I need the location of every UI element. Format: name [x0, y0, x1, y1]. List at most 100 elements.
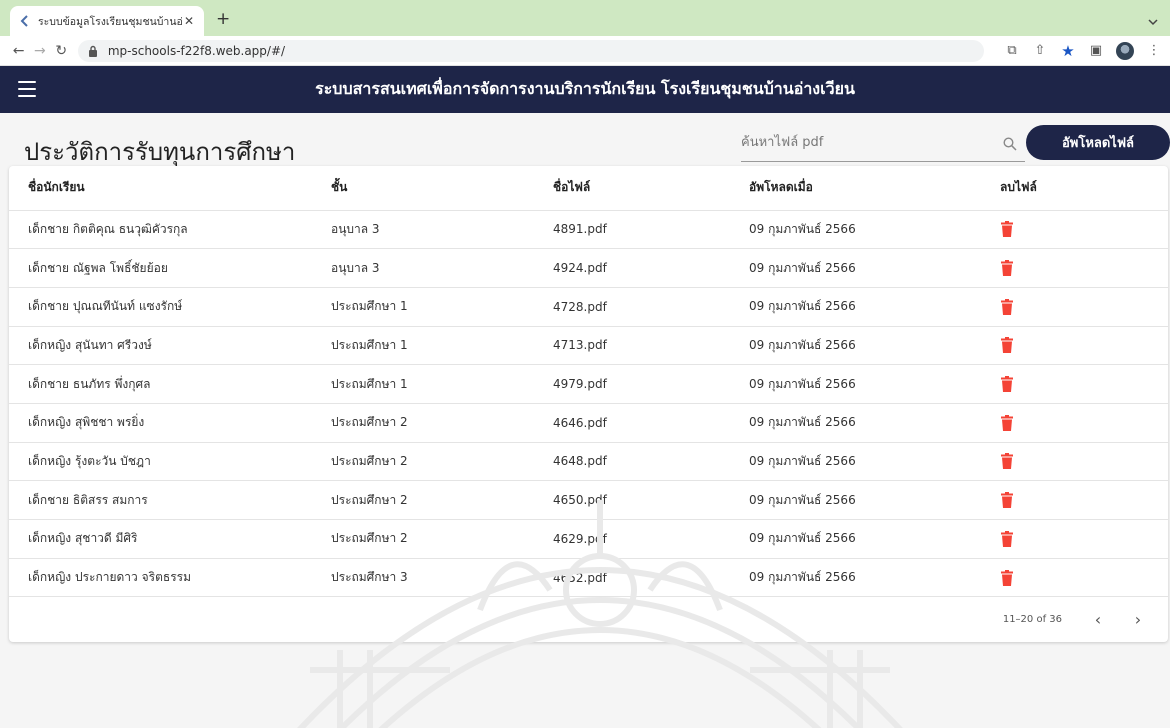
search-field — [741, 124, 1025, 162]
table-row: เด็กหญิง รุ้งตะวัน บัชฎา ประถมศึกษา 2 46… — [9, 442, 1168, 482]
trash-icon[interactable] — [1000, 530, 1014, 547]
cell-student-name: เด็กชาย ธิติสรร สมการ — [9, 480, 312, 520]
cell-delete — [981, 442, 1168, 482]
cell-file-name[interactable]: 4713.pdf — [534, 326, 730, 366]
cell-delete — [981, 403, 1168, 443]
cell-uploaded-at: 09 กุมภาพันธ์ 2566 — [730, 326, 981, 366]
cell-grade: ประถมศึกษา 2 — [312, 480, 534, 520]
files-table-card: ชื่อนักเรียน ชั้น ชื่อไฟล์ อัพโหลดเมื่อ … — [9, 166, 1168, 642]
table-row: เด็กหญิง สุนันทา ศรีวงษ์ ประถมศึกษา 1 47… — [9, 326, 1168, 366]
cell-student-name: เด็กหญิง สุพิชชา พรยิ่ง — [9, 403, 312, 443]
table-row: เด็กชาย ณัฐพล โพธิ์ชัยย้อย อนุบาล 3 4924… — [9, 248, 1168, 288]
bookmark-star-icon[interactable]: ★ — [1060, 42, 1076, 60]
cell-student-name: เด็กชาย ณัฐพล โพธิ์ชัยย้อย — [9, 248, 312, 288]
cell-grade: ประถมศึกษา 1 — [312, 287, 534, 327]
cell-grade: ประถมศึกษา 1 — [312, 364, 534, 404]
side-panel-icon[interactable]: ▣ — [1088, 43, 1104, 59]
cell-file-name[interactable]: 4924.pdf — [534, 248, 730, 288]
table-row: เด็กชาย ปุณณทีนันท์ แซงรักษ์ ประถมศึกษา … — [9, 287, 1168, 327]
header-student-name[interactable]: ชื่อนักเรียน — [9, 166, 312, 211]
table-row: เด็กชาย กิตติคุณ ธนวุฒิคัวรกุล อนุบาล 3 … — [9, 210, 1168, 250]
install-app-icon[interactable]: ⧉ — [1004, 43, 1020, 59]
chevron-left-icon[interactable]: ‹ — [1088, 610, 1108, 629]
cell-uploaded-at: 09 กุมภาพันธ์ 2566 — [730, 210, 981, 250]
url-text: mp-schools-f22f8.web.app/#/ — [107, 43, 286, 58]
cell-uploaded-at: 09 กุมภาพันธ์ 2566 — [730, 287, 981, 327]
table-row: เด็กชาย ธนภัทร พึ่งกุศล ประถมศึกษา 1 497… — [9, 364, 1168, 404]
cell-uploaded-at: 09 กุมภาพันธ์ 2566 — [730, 442, 981, 482]
header-uploaded-at[interactable]: อัพโหลดเมื่อ — [730, 166, 981, 211]
cell-grade: ประถมศึกษา 3 — [312, 558, 534, 598]
lock-icon — [88, 45, 102, 57]
trash-icon[interactable] — [1000, 492, 1014, 509]
cell-delete — [981, 364, 1168, 404]
tab-close-icon[interactable]: ✕ — [182, 14, 196, 28]
cell-student-name: เด็กหญิง ประกายดาว จริตธรรม — [9, 558, 312, 598]
trash-icon[interactable] — [1000, 298, 1014, 315]
address-bar-row: ← → ↻ mp-schools-f22f8.web.app/#/ ⧉ ⇧ ★ … — [0, 36, 1170, 66]
cell-uploaded-at: 09 กุมภาพันธ์ 2566 — [730, 519, 981, 559]
new-tab-icon[interactable]: + — [216, 10, 230, 28]
tab-search-chevron-icon[interactable] — [1148, 12, 1158, 26]
app-title: ระบบสารสนเทศเพื่อการจัดการงานบริการนักเร… — [315, 79, 855, 98]
files-table: ชื่อนักเรียน ชั้น ชื่อไฟล์ อัพโหลดเมื่อ … — [9, 166, 1168, 598]
cell-uploaded-at: 09 กุมภาพันธ์ 2566 — [730, 248, 981, 288]
search-icon[interactable] — [1003, 136, 1017, 151]
cell-grade: ประถมศึกษา 2 — [312, 442, 534, 482]
cell-grade: อนุบาล 3 — [312, 248, 534, 288]
upload-file-button[interactable]: อัพโหลดไฟล์ — [1026, 125, 1170, 160]
cell-grade: ประถมศึกษา 1 — [312, 326, 534, 366]
header-delete: ลบไฟล์ — [981, 166, 1168, 211]
forward-arrow-icon[interactable]: → — [29, 43, 50, 59]
cell-file-name[interactable]: 4652.pdf — [534, 558, 730, 598]
cell-uploaded-at: 09 กุมภาพันธ์ 2566 — [730, 480, 981, 520]
cell-student-name: เด็กหญิง รุ้งตะวัน บัชฎา — [9, 442, 312, 482]
table-header-row: ชื่อนักเรียน ชั้น ชื่อไฟล์ อัพโหลดเมื่อ … — [9, 166, 1168, 211]
cell-file-name[interactable]: 4891.pdf — [534, 210, 730, 250]
table-row: เด็กหญิง ประกายดาว จริตธรรม ประถมศึกษา 3… — [9, 558, 1168, 598]
cell-delete — [981, 326, 1168, 366]
trash-icon[interactable] — [1000, 569, 1014, 586]
cell-delete — [981, 558, 1168, 598]
browser-tabstrip: ระบบข้อมูลโรงเรียนชุมชนบ้านอ่างเวี ✕ + — [0, 0, 1170, 36]
table-row: เด็กหญิง สุพิชชา พรยิ่ง ประถมศึกษา 2 464… — [9, 403, 1168, 443]
header-file-name[interactable]: ชื่อไฟล์ — [534, 166, 730, 211]
more-menu-icon[interactable]: ⋮ — [1146, 43, 1162, 59]
header-grade[interactable]: ชั้น — [312, 166, 534, 211]
cell-file-name[interactable]: 4979.pdf — [534, 364, 730, 404]
search-input[interactable] — [741, 124, 991, 160]
cell-file-name[interactable]: 4629.pdf — [534, 519, 730, 559]
profile-avatar[interactable] — [1116, 41, 1134, 60]
trash-icon[interactable] — [1000, 221, 1014, 238]
favicon-icon — [18, 14, 32, 28]
page-range-label: 11–20 of 36 — [1002, 613, 1062, 625]
omnibox[interactable]: mp-schools-f22f8.web.app/#/ — [77, 39, 984, 62]
cell-uploaded-at: 09 กุมภาพันธ์ 2566 — [730, 403, 981, 443]
cell-file-name[interactable]: 4650.pdf — [534, 480, 730, 520]
chevron-right-icon[interactable]: › — [1128, 610, 1148, 629]
cell-file-name[interactable]: 4646.pdf — [534, 403, 730, 443]
paginator: 11–20 of 36 ‹ › — [9, 596, 1168, 642]
cell-student-name: เด็กชาย ปุณณทีนันท์ แซงรักษ์ — [9, 287, 312, 327]
cell-file-name[interactable]: 4648.pdf — [534, 442, 730, 482]
app-bar: ระบบสารสนเทศเพื่อการจัดการงานบริการนักเร… — [0, 66, 1170, 113]
tab-title: ระบบข้อมูลโรงเรียนชุมชนบ้านอ่างเวี — [38, 15, 182, 28]
cell-delete — [981, 248, 1168, 288]
trash-icon[interactable] — [1000, 260, 1014, 277]
cell-student-name: เด็กหญิง สุชาวดี มีศิริ — [9, 519, 312, 559]
cell-file-name[interactable]: 4728.pdf — [534, 287, 730, 327]
trash-icon[interactable] — [1000, 453, 1014, 470]
share-icon[interactable]: ⇧ — [1032, 43, 1048, 59]
cell-student-name: เด็กชาย ธนภัทร พึ่งกุศล — [9, 364, 312, 404]
cell-student-name: เด็กหญิง สุนันทา ศรีวงษ์ — [9, 326, 312, 366]
cell-delete — [981, 480, 1168, 520]
trash-icon[interactable] — [1000, 414, 1014, 431]
reload-icon[interactable]: ↻ — [51, 43, 72, 59]
trash-icon[interactable] — [1000, 337, 1014, 354]
cell-delete — [981, 287, 1168, 327]
trash-icon[interactable] — [1000, 376, 1014, 393]
hamburger-menu-icon[interactable] — [18, 81, 36, 97]
browser-tab[interactable]: ระบบข้อมูลโรงเรียนชุมชนบ้านอ่างเวี ✕ — [10, 6, 204, 36]
cell-uploaded-at: 09 กุมภาพันธ์ 2566 — [730, 558, 981, 598]
back-arrow-icon[interactable]: ← — [8, 43, 29, 59]
